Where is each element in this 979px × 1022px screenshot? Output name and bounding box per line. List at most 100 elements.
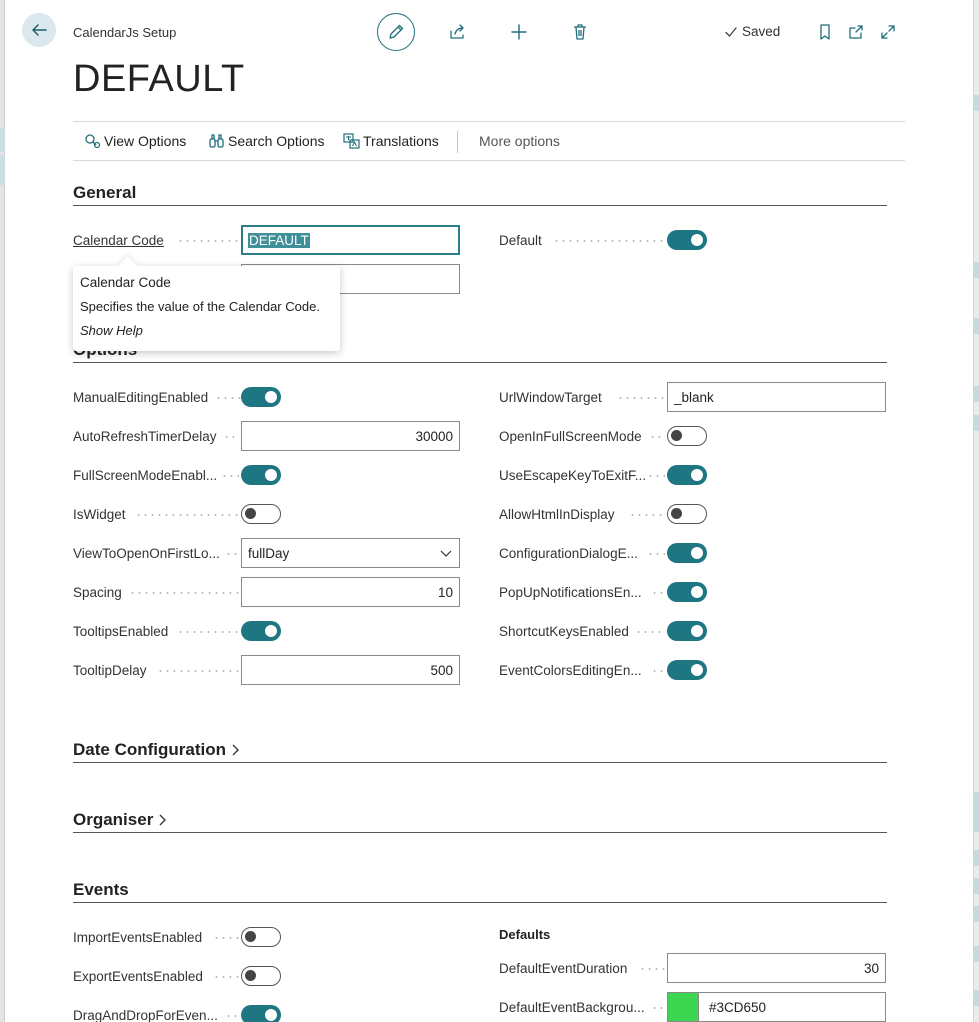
background-mark	[973, 850, 979, 866]
search-options-label: Search Options	[228, 133, 325, 149]
field-tooltip: Calendar Code Specifies the value of the…	[73, 266, 340, 351]
spacing-field[interactable]: 10	[241, 577, 460, 607]
more-options-action[interactable]: More options	[479, 133, 560, 149]
background-mark	[973, 386, 979, 402]
background-mark	[973, 792, 979, 832]
export-events-toggle[interactable]	[241, 966, 281, 986]
delete-button[interactable]	[561, 13, 599, 51]
url-window-target-value: _blank	[674, 389, 714, 405]
page-title: DEFAULT	[73, 58, 245, 100]
leader-dots	[129, 592, 239, 594]
is-widget-toggle[interactable]	[241, 504, 281, 524]
background-mark	[973, 906, 979, 922]
chevron-right-icon	[159, 814, 167, 826]
leader-dots	[635, 631, 665, 633]
url-window-target-label: UrlWindowTarget	[499, 390, 602, 405]
show-help-link[interactable]: Show Help	[80, 323, 333, 338]
edit-button[interactable]	[377, 13, 415, 51]
tooltips-enabled-toggle[interactable]	[241, 621, 281, 641]
full-screen-mode-toggle[interactable]	[241, 465, 281, 485]
bookmark-button[interactable]	[815, 22, 835, 42]
section-date-configuration-header[interactable]: Date Configuration	[73, 740, 240, 760]
popup-notifications-label: PopUpNotificationsEn...	[499, 585, 642, 600]
expand-icon	[881, 25, 895, 39]
background-mark	[973, 95, 979, 111]
section-events-title: Events	[73, 880, 129, 899]
event-colors-editing-label: EventColorsEditingEn...	[499, 663, 642, 678]
view-options-label: View Options	[104, 133, 187, 149]
config-dialog-label: ConfigurationDialogE...	[499, 546, 638, 561]
open-in-full-screen-toggle[interactable]	[667, 426, 707, 446]
full-screen-mode-label: FullScreenModeEnabl...	[73, 468, 218, 483]
calendar-code-value: DEFAULT	[248, 232, 310, 248]
default-event-background-value: #3CD650	[709, 999, 767, 1015]
default-label: Default	[499, 233, 542, 248]
section-divider	[73, 205, 887, 206]
popup-notifications-toggle[interactable]	[667, 582, 707, 602]
background-mark	[973, 318, 979, 334]
url-window-target-field[interactable]: _blank	[667, 382, 886, 412]
leader-dots	[177, 631, 239, 633]
section-general-title: General	[73, 183, 137, 202]
background-page-right	[973, 0, 979, 1022]
drag-and-drop-toggle[interactable]	[241, 1005, 281, 1022]
leader-dots	[225, 553, 239, 555]
leader-dots	[651, 670, 665, 672]
tooltip-title: Calendar Code	[80, 275, 171, 290]
search-options-action[interactable]: Search Options	[208, 133, 325, 149]
translations-icon	[343, 133, 360, 149]
auto-refresh-label: AutoRefreshTimerDelay	[73, 429, 217, 444]
share-button[interactable]	[438, 13, 476, 51]
open-in-full-screen-label: OpenInFullScreenMode	[499, 429, 642, 444]
leader-dots	[647, 553, 665, 555]
translations-action[interactable]: Translations	[343, 133, 439, 149]
calendar-code-label[interactable]: Calendar Code	[73, 233, 164, 248]
allow-html-toggle[interactable]	[667, 504, 707, 524]
leader-dots	[135, 514, 239, 516]
background-mark	[973, 262, 979, 278]
section-divider	[73, 902, 887, 903]
card-page-dialog: CalendarJs Setup Saved DEFAULT View Opti…	[5, 0, 973, 1022]
delete-icon	[574, 24, 586, 40]
drag-and-drop-label: DragAndDropForEven...	[73, 1008, 218, 1022]
manual-editing-toggle[interactable]	[241, 387, 281, 407]
auto-refresh-field[interactable]: 30000	[241, 421, 460, 451]
leader-dots	[157, 670, 239, 672]
shortcut-keys-toggle[interactable]	[667, 621, 707, 641]
auto-refresh-value: 30000	[415, 428, 453, 444]
open-new-window-button[interactable]	[846, 22, 866, 42]
spacing-value: 10	[437, 584, 453, 600]
color-swatch[interactable]	[667, 992, 699, 1022]
default-toggle[interactable]	[667, 230, 707, 250]
allow-html-label: AllowHtmlInDisplay	[499, 507, 615, 522]
view-options-icon	[85, 134, 101, 149]
import-events-toggle[interactable]	[241, 927, 281, 947]
config-dialog-toggle[interactable]	[667, 543, 707, 563]
calendar-code-field[interactable]: DEFAULT	[241, 225, 460, 255]
chevron-down-icon	[440, 550, 452, 557]
shortcut-keys-label: ShortcutKeysEnabled	[499, 624, 629, 639]
tooltip-delay-field[interactable]: 500	[241, 655, 460, 685]
expand-button[interactable]	[878, 22, 898, 42]
tooltip-delay-value: 500	[430, 662, 453, 678]
section-organiser-header[interactable]: Organiser	[73, 810, 167, 830]
leader-dots	[651, 592, 665, 594]
section-general-header[interactable]: General	[73, 183, 136, 203]
default-event-background-field[interactable]: #3CD650	[698, 992, 886, 1022]
section-events-header[interactable]: Events	[73, 880, 129, 900]
leader-dots	[629, 514, 665, 516]
leader-dots	[649, 436, 665, 438]
tooltip-delay-label: TooltipDelay	[73, 663, 147, 678]
spacing-label: Spacing	[73, 585, 122, 600]
use-escape-key-toggle[interactable]	[667, 465, 707, 485]
leader-dots	[177, 240, 239, 242]
view-to-open-select[interactable]: fullDay	[241, 538, 460, 568]
default-event-duration-field[interactable]: 30	[667, 953, 886, 983]
new-button[interactable]	[500, 13, 538, 51]
section-divider	[73, 362, 887, 363]
section-organiser-title: Organiser	[73, 810, 154, 829]
event-colors-editing-toggle[interactable]	[667, 660, 707, 680]
back-button[interactable]	[22, 13, 56, 47]
default-event-duration-value: 30	[863, 960, 879, 976]
view-options-action[interactable]: View Options	[84, 133, 186, 149]
